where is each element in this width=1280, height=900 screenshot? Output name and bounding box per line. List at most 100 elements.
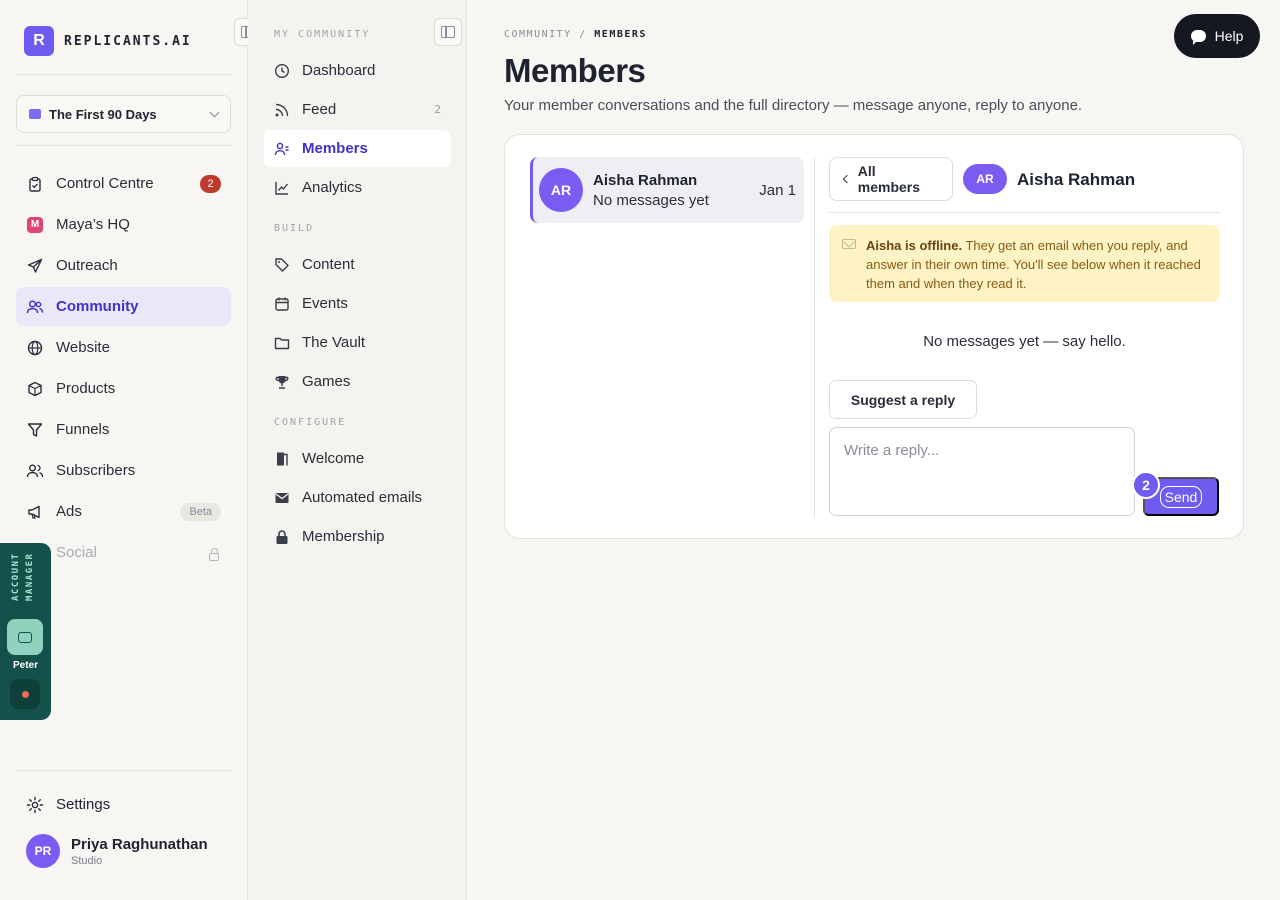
section-label-my-community: MY COMMUNITY xyxy=(274,29,371,40)
conversation-name: Aisha Rahman xyxy=(593,171,698,189)
sidebar-toggle-icon xyxy=(441,26,455,38)
brand-logo: R xyxy=(24,26,54,56)
subnav-label: The Vault xyxy=(302,334,366,351)
maya-icon: M xyxy=(27,216,43,233)
globe-icon xyxy=(26,339,44,357)
subnav-item-feed[interactable]: Feed 2 xyxy=(264,91,451,128)
subnav-label: Automated emails xyxy=(302,489,423,506)
conversation-list: AR Aisha Rahman No messages yet Jan 1 xyxy=(530,157,805,517)
main-nav: Control Centre 2 M Maya’s HQ Outreach Co… xyxy=(16,164,231,574)
chat-button[interactable] xyxy=(7,619,43,655)
box-icon xyxy=(26,380,44,398)
user-profile[interactable]: PR Priya Raghunathan Studio xyxy=(26,834,208,868)
help-label: Help xyxy=(1214,28,1244,44)
nav-item-products[interactable]: Products xyxy=(16,369,231,408)
lock-icon xyxy=(274,529,290,545)
nav-label: Outreach xyxy=(56,257,118,274)
nav-item-community[interactable]: Community xyxy=(16,287,231,326)
settings-link[interactable]: Settings xyxy=(16,785,231,824)
account-manager-widget[interactable]: ACCOUNT MANAGER Peter xyxy=(0,543,51,720)
divider xyxy=(16,74,232,75)
brand-name: REPLICANTS.AI xyxy=(64,33,192,49)
collapse-subnav-button[interactable] xyxy=(434,18,462,46)
help-button[interactable]: Help xyxy=(1174,14,1260,58)
offline-notice: Aisha is offline. They get an email when… xyxy=(829,225,1220,302)
subnav-item-automated-emails[interactable]: Automated emails xyxy=(264,479,451,516)
nav-item-control-centre[interactable]: Control Centre 2 xyxy=(16,164,231,203)
empty-thread-message: No messages yet — say hello. xyxy=(923,333,1126,350)
conversation-preview: No messages yet xyxy=(593,191,709,209)
suggest-reply-button[interactable]: Suggest a reply xyxy=(829,380,977,419)
nav-label: Maya’s HQ xyxy=(56,216,130,233)
subnav-item-games[interactable]: Games xyxy=(264,363,451,400)
nav-label: Social xyxy=(56,544,97,561)
section-label-configure: CONFIGURE xyxy=(274,417,347,428)
subnav-item-membership[interactable]: Membership xyxy=(264,518,451,555)
breadcrumb-members: MEMBERS xyxy=(594,29,647,40)
subnav-item-the-vault[interactable]: The Vault xyxy=(264,324,451,361)
trophy-icon xyxy=(274,374,290,390)
nav-item-mayas-hq[interactable]: M Maya’s HQ xyxy=(16,205,231,244)
section-label-build: BUILD xyxy=(274,223,315,234)
tag-icon xyxy=(274,257,290,273)
nav-item-subscribers[interactable]: Subscribers xyxy=(16,451,231,490)
message-thread: All members AR Aisha Rahman Aisha is off… xyxy=(829,157,1220,517)
nav-item-ads[interactable]: Ads Beta xyxy=(16,492,231,531)
envelope-icon xyxy=(274,490,290,506)
subnav-item-members[interactable]: Members xyxy=(264,130,451,167)
all-members-button[interactable]: All members xyxy=(829,157,953,201)
subnav-label: Welcome xyxy=(302,450,365,467)
subnav-label: Games xyxy=(302,373,351,390)
conversation-item[interactable]: AR Aisha Rahman No messages yet Jan 1 xyxy=(530,157,804,223)
notification-badge: 2 xyxy=(200,174,221,193)
my-community-list: Dashboard Feed 2 Members Analytics xyxy=(264,52,451,208)
subnav-item-welcome[interactable]: Welcome xyxy=(264,440,451,477)
divider xyxy=(16,145,232,146)
send-icon xyxy=(26,257,44,275)
primary-sidebar: R REPLICANTS.AI The First 90 Days Contro… xyxy=(0,0,262,900)
nav-item-outreach[interactable]: Outreach xyxy=(16,246,231,285)
breadcrumb-separator: / xyxy=(579,29,587,40)
lock-icon xyxy=(209,548,219,561)
reply-input[interactable] xyxy=(829,427,1135,516)
gear-icon xyxy=(26,796,44,814)
page-subtitle: Your member conversations and the full d… xyxy=(504,97,1083,114)
subnav-item-content[interactable]: Content xyxy=(264,246,451,283)
status-button[interactable] xyxy=(10,679,40,709)
member-icon xyxy=(274,141,290,157)
step-badge: 2 xyxy=(1132,471,1160,499)
subnav-item-dashboard[interactable]: Dashboard xyxy=(264,52,451,89)
subnav-label: Analytics xyxy=(302,179,363,196)
avatar: AR xyxy=(963,164,1007,194)
all-members-label: All members xyxy=(857,163,921,195)
calendar-icon xyxy=(274,296,290,312)
breadcrumb: COMMUNITY / MEMBERS xyxy=(504,29,647,40)
chat-bubble-icon xyxy=(1190,30,1206,45)
workspace-icon xyxy=(29,109,41,119)
clipboard-icon xyxy=(26,175,44,193)
brand[interactable]: R REPLICANTS.AI xyxy=(24,26,192,56)
clock-icon xyxy=(274,63,290,79)
user-role: Studio xyxy=(71,854,103,867)
nav-label: Community xyxy=(56,298,139,315)
workspace-label: The First 90 Days xyxy=(49,106,157,122)
thread-member-name: Aisha Rahman xyxy=(1017,170,1136,189)
nav-label: Control Centre xyxy=(56,175,154,192)
page-title: Members xyxy=(504,52,646,89)
nav-item-website[interactable]: Website xyxy=(16,328,231,367)
settings-label: Settings xyxy=(56,796,111,813)
main-content: COMMUNITY / MEMBERS Members Your member … xyxy=(467,0,1280,900)
conversation-date: Jan 1 xyxy=(759,181,796,199)
avatar: AR xyxy=(539,168,583,212)
nav-item-funnels[interactable]: Funnels xyxy=(16,410,231,449)
chart-icon xyxy=(274,180,290,196)
subnav-item-events[interactable]: Events xyxy=(264,285,451,322)
chevron-left-icon xyxy=(842,174,852,184)
workspace-selector[interactable]: The First 90 Days xyxy=(16,95,231,133)
user-name: Priya Raghunathan xyxy=(71,835,208,853)
build-list: Content Events The Vault Games xyxy=(264,246,451,402)
breadcrumb-community[interactable]: COMMUNITY xyxy=(504,29,572,40)
subnav-item-analytics[interactable]: Analytics xyxy=(264,169,451,206)
thread-header: All members AR Aisha Rahman xyxy=(829,157,1220,213)
door-icon xyxy=(274,451,290,467)
